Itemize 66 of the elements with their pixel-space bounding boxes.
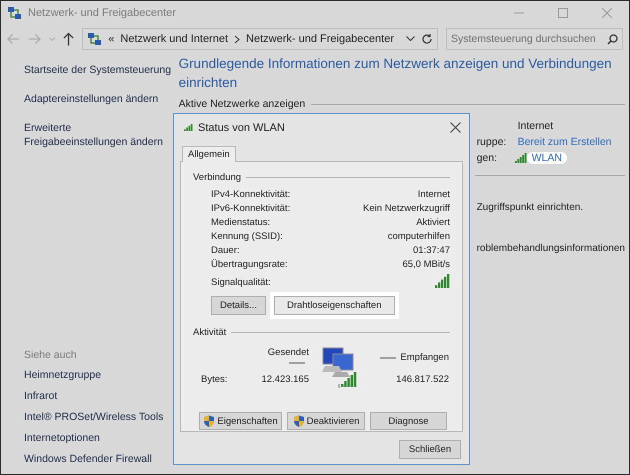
- field-label: Signalqualität:: [211, 277, 271, 288]
- sidebar-link[interactable]: Windows Defender Firewall: [24, 453, 175, 465]
- sidebar-link[interactable]: Infrarot: [24, 390, 175, 402]
- field-value: computerhilfen: [386, 230, 450, 243]
- breadcrumb[interactable]: Netzwerk- und Freigabecenter: [246, 33, 394, 45]
- signal-bars-icon: [514, 152, 527, 162]
- field-value: 65,0 MBit/s: [401, 258, 450, 271]
- sidebar-link[interactable]: Erweiterte Freigabeeinstellungen ändern: [24, 121, 175, 149]
- close-icon[interactable]: [450, 122, 461, 133]
- group-heading: Aktivität: [193, 327, 226, 338]
- field-value: Internet: [416, 188, 450, 201]
- close-dialog-button[interactable]: Schließen: [399, 440, 461, 459]
- refresh-icon[interactable]: [421, 33, 433, 45]
- field-label: Bytes:: [201, 374, 228, 386]
- tab[interactable]: Allgemein: [182, 146, 236, 162]
- field-label: gen:: [476, 152, 498, 164]
- search-field[interactable]: Systemsteuerung durchsuchen: [446, 28, 623, 50]
- dialog-button[interactable]: Eigenschaften: [199, 412, 282, 430]
- sidebar-link[interactable]: Internetoptionen: [24, 432, 175, 444]
- column-label: Empfangen: [400, 352, 449, 364]
- field-label: Kennung (SSID):: [211, 230, 284, 243]
- search-icon[interactable]: [607, 34, 618, 44]
- signal-bars-icon: [184, 124, 193, 131]
- address-bar[interactable]: « Netzwerk und Internet Netzwerk- und Freigabecenter: [82, 28, 438, 50]
- column-label: Gesendet: [268, 346, 309, 358]
- field-value: 12.423.165: [260, 374, 309, 386]
- network-icon: [87, 32, 102, 46]
- sidebar-link[interactable]: Heimnetzgruppe: [24, 369, 175, 381]
- field-value: Kein Netzwerkzugriff: [363, 202, 450, 215]
- description-text: Zugriffspunkt einrichten.: [476, 202, 584, 213]
- dialog-title: Status von WLAN: [198, 122, 286, 134]
- breadcrumb[interactable]: Netzwerk und Internet: [120, 33, 228, 45]
- field-value: 01:37:47: [412, 244, 450, 257]
- dialog-button[interactable]: Details...: [211, 296, 266, 315]
- field-value: 146.817.522: [395, 374, 449, 386]
- forward-arrow-icon[interactable]: [28, 33, 41, 45]
- dialog-button[interactable]: Deaktivieren: [287, 412, 365, 430]
- page-heading: Grundlegende Informationen zum Netzwerk anzeigen und Verbindungen einrichten: [178, 55, 613, 92]
- description-text: roblembehandlungsinformationen: [476, 243, 625, 254]
- sidebar-link[interactable]: Startseite der Systemsteuerung: [24, 63, 175, 77]
- close-icon: [602, 8, 612, 18]
- sidebar-link[interactable]: Adaptereinstellungen ändern: [24, 92, 175, 106]
- field-value: Aktiviert: [415, 216, 450, 229]
- maximize-icon: [558, 8, 568, 18]
- field-label: Medienstatus:: [211, 216, 272, 229]
- sidebar-link[interactable]: Intel® PROSet/Wireless Tools: [24, 411, 175, 423]
- dropdown-caret-icon[interactable]: [406, 36, 415, 42]
- signal-bars-icon: [435, 274, 450, 288]
- field-label: IPv6-Konnektivität:: [211, 202, 292, 215]
- field-value: Internet: [516, 120, 554, 132]
- field-label: Dauer:: [211, 244, 241, 257]
- overflow-chevron[interactable]: «: [108, 33, 114, 45]
- section-heading: Siehe auch: [24, 349, 78, 361]
- group-heading: Verbindung: [193, 172, 242, 183]
- chevron-right-icon: [234, 34, 240, 44]
- network-icon: [7, 6, 22, 20]
- network-link[interactable]: Bereit zum Erstellen: [514, 136, 615, 148]
- section-heading: Aktive Netzwerke anzeigen: [178, 98, 306, 110]
- back-arrow-icon[interactable]: [7, 33, 20, 45]
- network-link[interactable]: WLAN: [526, 152, 567, 164]
- field-label: Übertragungsrate:: [211, 258, 289, 271]
- field-label: IPv4-Konnektivität:: [211, 188, 292, 201]
- dialog-button[interactable]: Diagnose: [370, 412, 447, 430]
- window-title: Netzwerk- und Freigabecenter: [28, 7, 177, 19]
- field-label: ruppe:: [476, 136, 508, 148]
- up-arrow-icon[interactable]: [63, 32, 74, 46]
